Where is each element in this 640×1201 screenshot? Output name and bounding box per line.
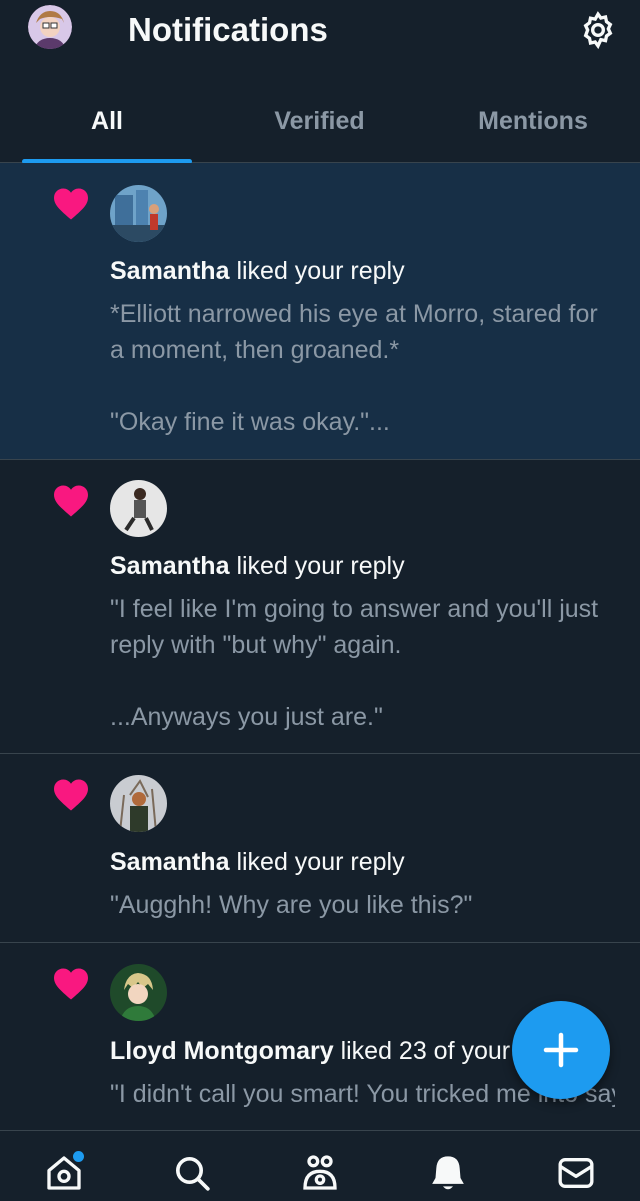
avatar[interactable] bbox=[110, 480, 167, 537]
profile-avatar[interactable] bbox=[28, 5, 72, 49]
notification-item[interactable]: Samantha liked your reply "I feel like I… bbox=[0, 460, 640, 754]
communities-icon[interactable] bbox=[300, 1153, 340, 1193]
avatar[interactable] bbox=[110, 185, 167, 242]
heart-icon bbox=[54, 779, 88, 811]
notification-user[interactable]: Samantha bbox=[110, 848, 229, 876]
page-title: Notifications bbox=[128, 11, 328, 48]
home-new-dot bbox=[73, 1151, 84, 1162]
tab-mentions[interactable]: Mentions bbox=[452, 90, 614, 162]
notification-user[interactable]: Samantha bbox=[110, 552, 229, 580]
notification-user[interactable]: Lloyd Montgomary bbox=[110, 1037, 334, 1065]
notification-text: *Elliott narrowed his eye at Morro, star… bbox=[110, 300, 598, 436]
notification-user[interactable]: Samantha bbox=[110, 257, 229, 285]
messages-icon[interactable] bbox=[556, 1153, 596, 1193]
settings-icon[interactable] bbox=[578, 10, 618, 50]
bottom-navigation bbox=[0, 1130, 640, 1201]
top-bar: Notifications bbox=[0, 0, 640, 62]
notification-action: liked your reply bbox=[236, 848, 405, 876]
notification-tabs: All Verified Mentions bbox=[0, 90, 640, 164]
heart-icon bbox=[54, 968, 88, 1000]
avatar[interactable] bbox=[110, 775, 167, 832]
notifications-icon[interactable] bbox=[428, 1153, 468, 1193]
notification-action: liked your reply bbox=[236, 257, 405, 285]
heart-icon bbox=[54, 485, 88, 517]
heart-icon bbox=[54, 188, 88, 220]
tab-all[interactable]: All bbox=[22, 90, 192, 162]
notification-item[interactable]: Samantha liked your reply *Elliott narro… bbox=[0, 163, 640, 460]
notification-item[interactable]: Samantha liked your reply "Augghh! Why a… bbox=[0, 754, 640, 943]
plus-icon bbox=[543, 1032, 579, 1068]
avatar[interactable] bbox=[110, 964, 167, 1021]
notification-text: "I feel like I'm going to answer and you… bbox=[110, 595, 599, 731]
notification-text: "Augghh! Why are you like this?" bbox=[110, 891, 473, 919]
compose-button[interactable] bbox=[512, 1001, 610, 1099]
notification-action: liked your reply bbox=[236, 552, 405, 580]
tab-verified[interactable]: Verified bbox=[232, 90, 407, 162]
search-icon[interactable] bbox=[172, 1153, 212, 1193]
